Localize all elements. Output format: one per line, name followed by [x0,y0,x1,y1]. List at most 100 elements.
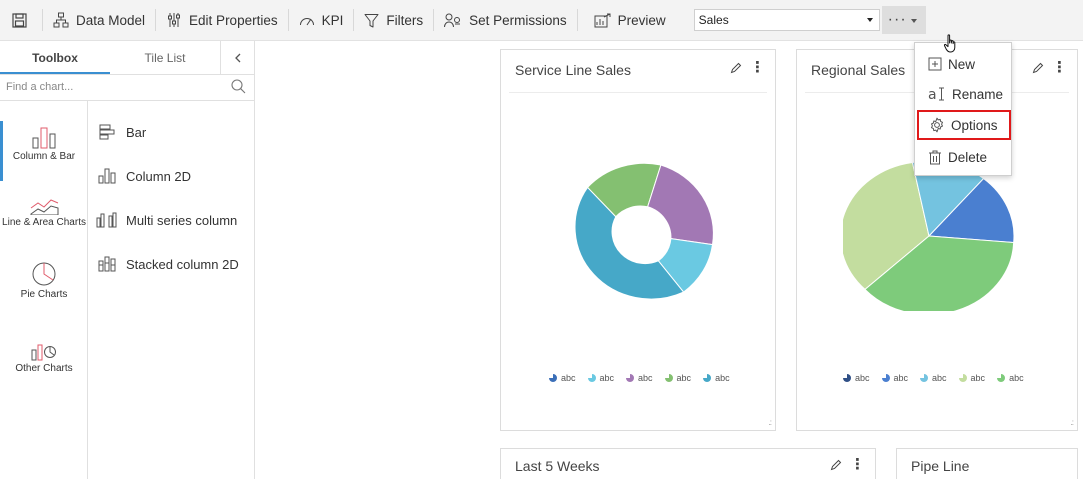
bar-chart-icon [99,124,115,140]
widget-title: Last 5 Weeks [515,458,600,474]
resize-handle[interactable]: .: [769,418,773,427]
resize-handle[interactable]: .: [1071,418,1075,427]
dashboard-select[interactable]: Sales [693,9,880,31]
legend-item: abc [626,373,653,383]
list-item-multi-series-column[interactable]: Multi series column [88,205,254,235]
legend-pie-icon [703,374,712,382]
widget-title: Service Line Sales [515,62,631,78]
menu-item-delete[interactable]: Delete [918,142,1010,172]
legend-pie-icon [587,374,596,382]
line-area-icon [30,199,59,215]
menu-item-options[interactable]: Options [917,110,1011,140]
kpi-button[interactable]: KPI [289,0,354,41]
service-line-donut-chart [574,162,714,300]
more-dots-icon: ··· [887,11,907,28]
properties-icon [168,13,181,27]
edit-properties-button[interactable]: Edit Properties [156,0,288,41]
preview-button[interactable]: Preview [578,0,676,41]
set-permissions-label: Set Permissions [469,12,567,28]
panel-tabs: Toolbox Tile List [0,41,254,75]
rename-icon: a [928,87,944,102]
toolbox-panel: Toolbox Tile List Column & Bar Line & Ar… [0,41,255,479]
toolbar: Data Model Edit Properties KPI Filters S… [0,0,1083,41]
chevron-left-icon [234,53,240,62]
stacked-column-icon [98,256,116,272]
set-permissions-button[interactable]: Set Permissions [434,0,577,41]
edit-pencil-icon[interactable] [730,62,742,74]
edit-properties-label: Edit Properties [189,12,278,28]
widget-divider [509,92,767,93]
list-item-column-2d[interactable]: Column 2D [88,161,254,191]
widget-title: Pipe Line [911,458,970,474]
category-pie-charts[interactable]: Pie Charts [0,261,88,300]
save-icon [12,12,27,28]
legend-label: abc [599,373,615,383]
legend-pie-icon [920,374,929,382]
dashboard-select-value: Sales [698,13,729,27]
category-label: Pie Charts [20,289,68,300]
filters-label: Filters [386,12,424,28]
menu-item-label: Rename [952,86,1004,102]
menu-item-label: Options [951,117,998,133]
category-other-charts[interactable]: Other Charts [0,343,88,374]
plus-box-icon [928,57,942,71]
menu-item-rename[interactable]: a Rename [918,79,1010,109]
widget-tools: ⋮ [830,457,865,473]
list-item-label: Column 2D [126,168,192,184]
svg-text:a: a [928,87,937,102]
filter-icon [364,13,379,27]
gauge-icon [299,18,314,26]
legend-label: abc [855,373,870,383]
tab-tile-list[interactable]: Tile List [110,41,220,74]
multi-series-column-icon [96,212,117,228]
legend-pie-icon [664,374,673,382]
chart-legend: abc abc abc abc abc [843,373,1063,383]
chart-legend: abc abc abc abc abc [549,373,769,383]
collapse-panel-button[interactable] [220,41,254,74]
legend-item: abc [997,373,1024,383]
list-item-stacked-column-2d[interactable]: Stacked column 2D [88,249,254,279]
data-model-button[interactable]: Data Model [43,0,155,41]
save-button[interactable] [0,0,42,41]
menu-item-new[interactable]: New [918,49,1010,79]
preview-label: Preview [617,12,666,28]
preview-icon [594,13,611,27]
category-column-bar[interactable]: Column & Bar [0,121,88,181]
search-icon[interactable] [231,79,246,94]
hand-cursor-icon [943,34,956,53]
legend-item: abc [587,373,615,383]
category-label: Line & Area Charts [2,217,86,228]
widget-menu-icon[interactable]: ⋮ [750,60,765,76]
widget-pipe-line: Pipe Line [896,448,1078,479]
legend-item: abc [920,373,947,383]
chevron-down-icon [866,18,873,22]
chart-search [0,75,254,101]
legend-pie-icon [997,374,1006,382]
gear-icon [931,117,943,133]
legend-label: abc [561,373,576,383]
widget-last-5-weeks: Last 5 Weeks ⋮ [500,448,876,479]
chart-search-input[interactable] [0,75,210,99]
kpi-label: KPI [321,12,344,28]
category-label: Column & Bar [12,151,76,162]
widget-menu-icon[interactable]: ⋮ [850,457,865,473]
more-options-button[interactable]: ··· [881,6,926,34]
menu-item-label: Delete [948,149,988,165]
widget-tools: ⋮ [1032,60,1067,76]
tab-toolbox[interactable]: Toolbox [0,41,110,74]
legend-item: abc [843,373,870,383]
widget-title: Regional Sales [811,62,906,78]
edit-pencil-icon[interactable] [1032,62,1044,74]
category-line-area[interactable]: Line & Area Charts [0,193,88,228]
other-charts-icon [31,344,56,361]
legend-label: abc [715,373,730,383]
legend-item: abc [703,373,730,383]
trash-icon [929,150,941,164]
legend-label: abc [676,373,692,383]
edit-pencil-icon[interactable] [830,459,842,471]
filters-button[interactable]: Filters [354,0,433,41]
list-item-label: Bar [126,124,147,140]
list-item-label: Stacked column 2D [126,256,239,272]
list-item-bar[interactable]: Bar [88,117,254,147]
widget-menu-icon[interactable]: ⋮ [1052,60,1067,76]
